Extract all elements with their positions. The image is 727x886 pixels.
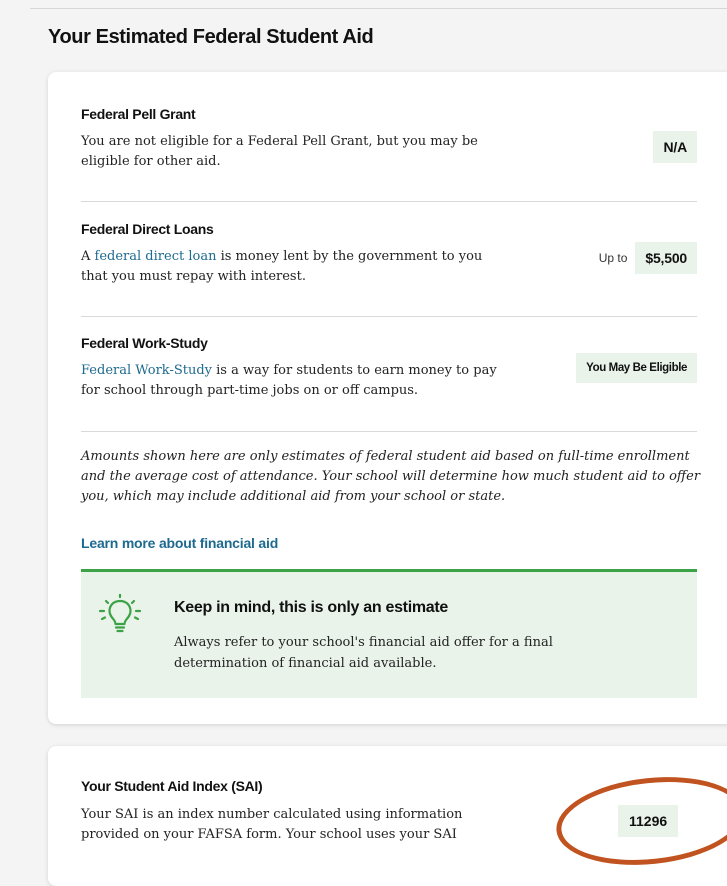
- learn-more-link[interactable]: Learn more about financial aid: [81, 535, 278, 551]
- aid-item-description: Federal Work-Study is a way for students…: [81, 361, 501, 401]
- aid-amount: N/A: [653, 131, 697, 163]
- lightbulb-icon: [98, 594, 142, 633]
- aid-amount-value: $5,500: [635, 242, 697, 274]
- sai-value: 11296: [618, 805, 679, 837]
- sai-description: Your SAI is an index number calculated u…: [81, 807, 463, 842]
- callout-title: Keep in mind, this is only an estimate: [174, 599, 448, 616]
- divider: [81, 431, 697, 432]
- divider: [81, 201, 697, 202]
- aid-item-pell-grant: Federal Pell Grant You are not eligible …: [81, 106, 697, 172]
- aid-item-work-study: Federal Work-Study Federal Work-Study is…: [81, 335, 697, 401]
- aid-amount: Up to $5,500: [599, 242, 697, 274]
- aid-item-title: Federal Direct Loans: [81, 221, 214, 237]
- aid-item-direct-loans: Federal Direct Loans A federal direct lo…: [81, 221, 697, 287]
- aid-amount-value: N/A: [653, 131, 697, 163]
- aid-item-title: Federal Work-Study: [81, 335, 208, 351]
- federal-direct-loan-link[interactable]: federal direct loan: [95, 249, 217, 264]
- aid-desc-text: You are not eligible for a Federal Pell …: [81, 134, 478, 169]
- aid-amount-value: You May Be Eligible: [576, 353, 697, 383]
- aid-item-description: You are not eligible for a Federal Pell …: [81, 132, 501, 172]
- aid-item-title: Federal Pell Grant: [81, 106, 196, 122]
- divider: [81, 316, 697, 317]
- aid-item-description: A federal direct loan is money lent by t…: [81, 247, 501, 287]
- aid-desc-text: A: [81, 249, 95, 264]
- estimate-callout: Keep in mind, this is only an estimate A…: [81, 569, 697, 698]
- section-title: Your Estimated Federal Student Aid: [48, 26, 374, 48]
- sai-title: Your Student Aid Index (SAI): [81, 778, 263, 794]
- up-to-label: Up to: [598, 251, 628, 265]
- federal-work-study-link[interactable]: Federal Work-Study: [81, 363, 212, 378]
- aid-amount: You May Be Eligible: [576, 353, 697, 383]
- top-divider: [30, 8, 727, 9]
- disclaimer-text: Amounts shown here are only estimates of…: [81, 449, 701, 504]
- callout-text: Always refer to your school's financial …: [174, 635, 553, 671]
